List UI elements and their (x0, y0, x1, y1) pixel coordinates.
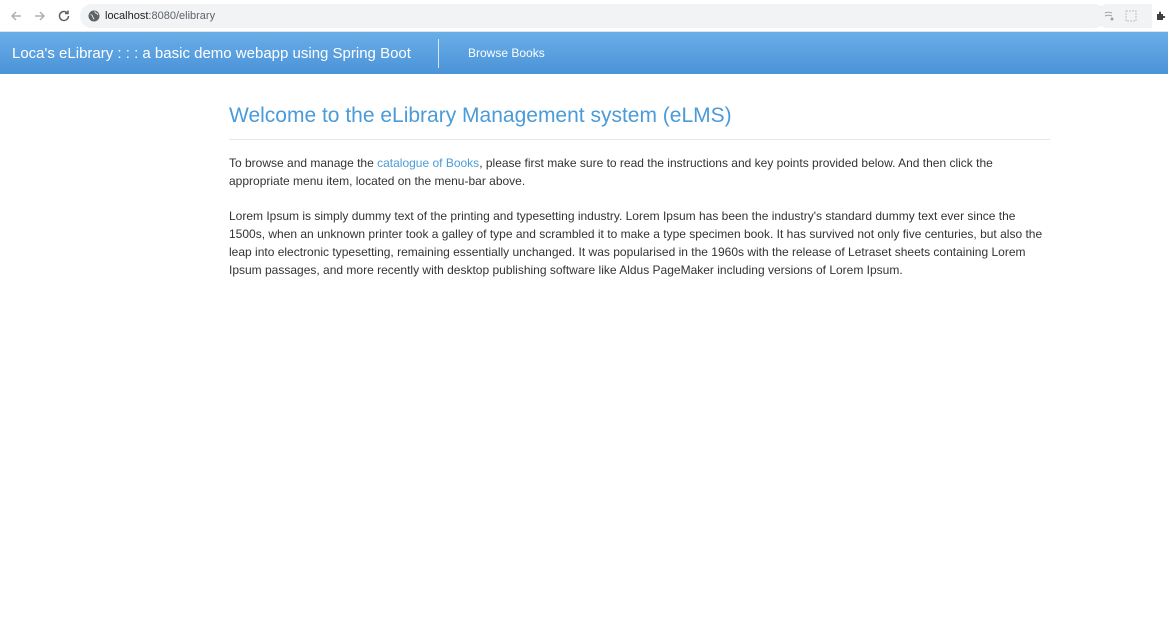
reload-icon (58, 10, 70, 21)
extension-icon[interactable] (1102, 9, 1116, 23)
extensions-area (1096, 4, 1168, 28)
back-button[interactable] (4, 4, 28, 28)
url-host: localhost (105, 10, 149, 22)
puzzle-icon[interactable] (1154, 9, 1168, 23)
intro-paragraph: To browse and manage the catalogue of Bo… (229, 154, 1050, 190)
navbar: Loca's eLibrary : : : a basic demo webap… (0, 32, 1168, 74)
url-text: localhost:8080/elibrary (105, 10, 215, 22)
brand-title[interactable]: Loca's eLibrary : : : a basic demo webap… (12, 45, 411, 62)
navbar-divider (438, 39, 439, 68)
page-title: Welcome to the eLibrary Management syste… (229, 104, 732, 127)
address-bar[interactable]: localhost:8080/elibrary (80, 4, 1106, 28)
forward-button[interactable] (28, 4, 52, 28)
extension-pill (1096, 4, 1152, 28)
site-info-icon[interactable] (87, 9, 101, 23)
intro-text-before: To browse and manage the (229, 156, 378, 170)
arrow-right-icon (35, 10, 46, 21)
arrow-left-icon (10, 10, 21, 21)
browse-books-link[interactable]: Browse Books (468, 46, 545, 60)
main-content: Welcome to the eLibrary Management syste… (229, 74, 1050, 279)
catalogue-link[interactable]: catalogue of Books (377, 156, 479, 170)
reader-mode-icon[interactable] (1124, 9, 1138, 23)
url-path: :8080/elibrary (148, 10, 216, 22)
reload-button[interactable] (52, 4, 76, 28)
title-divider (229, 139, 1050, 140)
browser-toolbar: localhost:8080/elibrary (0, 0, 1168, 32)
lorem-paragraph: Lorem Ipsum is simply dummy text of the … (229, 209, 1043, 277)
